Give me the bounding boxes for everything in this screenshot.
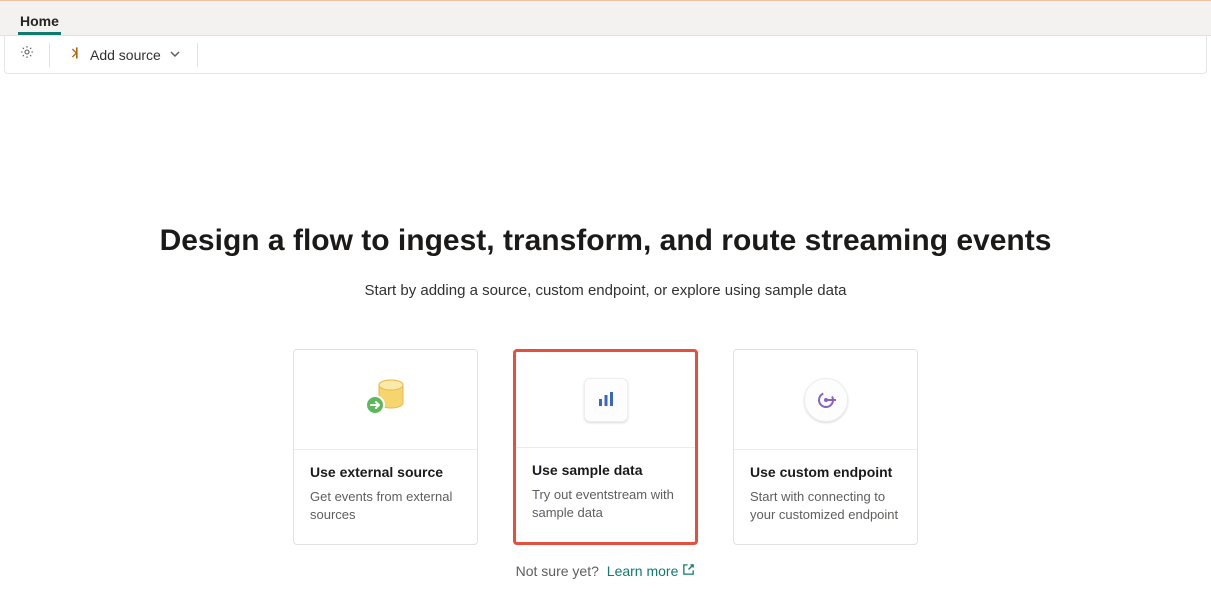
card-icon-area xyxy=(516,352,695,448)
card-description: Start with connecting to your customized… xyxy=(750,488,901,524)
toolbar-divider xyxy=(49,43,50,67)
learn-more-link[interactable]: Learn more xyxy=(607,563,696,579)
hero: Design a flow to ingest, transform, and … xyxy=(0,224,1211,579)
database-arrow-icon xyxy=(361,375,411,424)
gear-icon xyxy=(19,44,35,65)
settings-button[interactable] xyxy=(11,39,43,71)
hint-text: Not sure yet? xyxy=(516,563,599,579)
card-custom-endpoint[interactable]: Use custom endpoint Start with connectin… xyxy=(733,349,918,545)
card-sample-data[interactable]: Use sample data Try out eventstream with… xyxy=(513,349,698,545)
endpoint-icon xyxy=(804,378,848,422)
card-row: Use external source Get events from exte… xyxy=(0,349,1211,545)
add-source-button[interactable]: Add source xyxy=(56,39,191,70)
learn-more-label: Learn more xyxy=(607,563,679,579)
card-icon-area xyxy=(294,350,477,450)
card-description: Get events from external sources xyxy=(310,488,461,524)
tab-home[interactable]: Home xyxy=(10,5,69,35)
card-external-source[interactable]: Use external source Get events from exte… xyxy=(293,349,478,545)
add-source-label: Add source xyxy=(90,47,161,63)
external-link-icon xyxy=(682,563,695,579)
add-source-icon xyxy=(66,45,82,64)
tab-bar: Home xyxy=(0,0,1211,36)
chevron-down-icon xyxy=(169,47,181,63)
card-icon-area xyxy=(734,350,917,450)
hero-title: Design a flow to ingest, transform, and … xyxy=(0,224,1211,258)
hero-subtitle: Start by adding a source, custom endpoin… xyxy=(0,282,1211,299)
card-description: Try out eventstream with sample data xyxy=(532,486,679,522)
toolbar-divider xyxy=(197,43,198,67)
card-title: Use external source xyxy=(310,464,461,480)
card-title: Use sample data xyxy=(532,462,679,478)
hint-row: Not sure yet? Learn more xyxy=(0,563,1211,579)
toolbar: Add source xyxy=(4,36,1207,74)
bar-chart-icon xyxy=(584,378,628,422)
card-title: Use custom endpoint xyxy=(750,464,901,480)
